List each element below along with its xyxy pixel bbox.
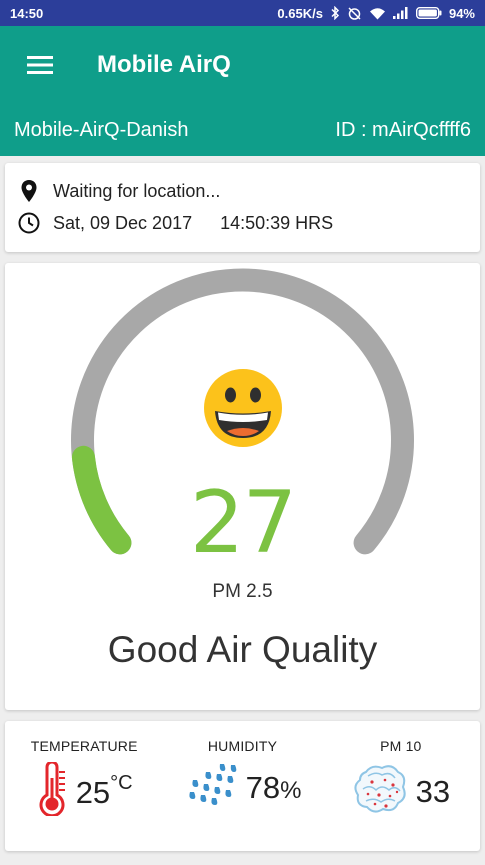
location-row: Waiting for location... [17, 175, 468, 207]
gauge-card: 27 PM 2.5 Good Air Quality [5, 263, 480, 710]
wifi-icon [369, 7, 386, 20]
device-bar: Mobile-AirQ-Danish ID : mAirQcffff6 [0, 104, 485, 156]
hamburger-menu-icon [27, 56, 53, 74]
air-quality-status: Good Air Quality [107, 629, 378, 670]
device-name: Mobile-AirQ-Danish [14, 118, 189, 141]
battery-percent: 94% [448, 5, 475, 21]
alarm-off-icon [347, 6, 362, 21]
app-title: Mobile AirQ [97, 51, 231, 78]
menu-button[interactable] [0, 26, 80, 104]
date-text: Sat, 09 Dec 2017 [53, 212, 193, 233]
grinning-face-icon [203, 368, 283, 453]
pm10-title: PM 10 [380, 738, 422, 754]
temperature-title: TEMPERATURE [30, 738, 138, 754]
battery-icon [415, 7, 442, 19]
particles-icon [352, 762, 408, 821]
temperature-metric: TEMPERATURE 25°C [5, 721, 163, 851]
signal-icon [392, 7, 409, 19]
temperature-value: 25°C [75, 772, 133, 810]
pm25-label: PM 2.5 [212, 581, 273, 602]
pm10-value: 33 [415, 773, 451, 809]
bluetooth-icon [330, 6, 340, 20]
datetime-row: Sat, 09 Dec 2017 14:50:39 HRS [17, 207, 468, 239]
app-bar: Mobile AirQ [0, 26, 485, 104]
raindrops-icon [184, 762, 238, 813]
pm25-value: 27 [189, 473, 297, 573]
device-id: ID : mAirQcffff6 [335, 118, 471, 141]
status-time: 14:50 [10, 5, 44, 21]
metrics-card: TEMPERATURE 25°C HUMIDITY 78% PM 10 33 [5, 721, 480, 851]
net-speed: 0.65K/s [277, 5, 323, 21]
time-text: 14:50:39 HRS [220, 212, 334, 233]
clock-icon [17, 211, 41, 235]
status-bar: 14:50 0.65K/s 94% [0, 0, 485, 26]
location-pin-icon [17, 179, 41, 203]
info-card: Waiting for location... Sat, 09 Dec 2017… [5, 163, 480, 252]
location-text: Waiting for location... [53, 180, 221, 201]
humidity-title: HUMIDITY [207, 738, 278, 754]
pm10-metric: PM 10 33 [322, 721, 480, 851]
thermometer-icon [36, 760, 68, 821]
humidity-metric: HUMIDITY 78% [163, 721, 321, 851]
humidity-value: 78% [245, 769, 302, 805]
